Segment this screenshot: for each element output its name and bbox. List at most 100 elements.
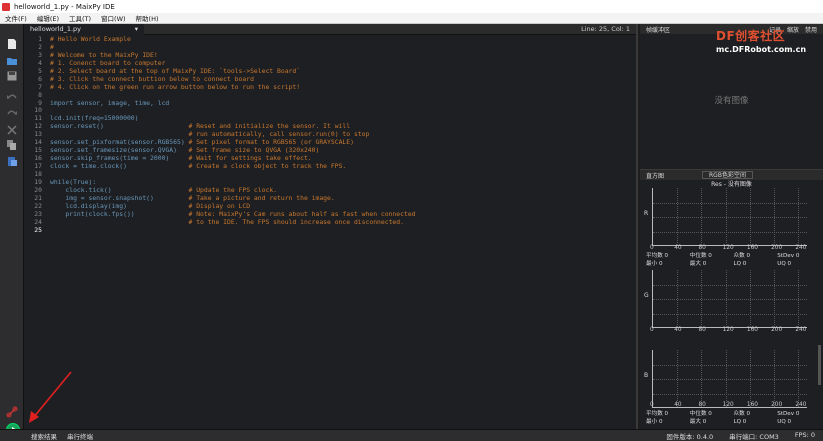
open-folder-icon[interactable] (6, 55, 18, 67)
serial-terminal-tab[interactable]: 串行终端 (62, 431, 98, 441)
histogram-g-ticks: 0 40 80 120 160 200 240 (646, 327, 818, 335)
code-text: clock = time.clock() (50, 162, 189, 170)
histogram-tick-label: 40 (674, 245, 682, 251)
code-text: import sensor, image, time, lcd (50, 98, 170, 107)
histogram-gridline (653, 231, 807, 233)
code-line[interactable] (50, 171, 416, 179)
connect-icon[interactable] (6, 406, 18, 418)
file-tab-label: helloworld_1.py (30, 24, 82, 33)
histogram-gridline (653, 284, 807, 286)
line-number: 6 (38, 74, 42, 83)
histogram-tick-label: 120 (722, 327, 734, 333)
stat-uq: UQ 0 (777, 261, 792, 267)
histogram-tick-label: 80 (698, 245, 706, 251)
histogram-gridline (653, 364, 807, 366)
new-file-icon[interactable] (6, 38, 18, 50)
line-number: 4 (38, 58, 42, 67)
stat-mean: 平均数 0 (646, 411, 669, 417)
histogram-title: 直方图 (646, 172, 665, 180)
histogram-b-stats: 平均数 0 中位数 0 众数 0 StDev 0 最小 0 最大 0 LQ 0 UQ 0 (646, 410, 821, 426)
code-comment: # Note: MaixPy's Cam runs about half as … (188, 209, 416, 218)
stat-max: 最大 0 (689, 261, 707, 267)
watermark-url: mc.DFRobot.com.cn (716, 45, 807, 54)
stat-min: 最小 0 (646, 261, 663, 267)
dfrobot-watermark: DF创客社区 mc.DFRobot.com.cn (716, 27, 823, 54)
histogram-gridline (653, 217, 807, 218)
no-image-label: 没有图像 (714, 96, 749, 106)
code-text: sensor.reset() (50, 122, 189, 131)
stat-max: 最大 0 (689, 419, 707, 425)
code-line[interactable]: import sensor, image, time, lcd (50, 98, 416, 108)
stat-lq: LQ 0 (733, 419, 747, 425)
line-number: 2 (38, 42, 42, 51)
code-editor: helloworld_1.py ▾ Line: 25, Col: 1 12345… (24, 23, 638, 429)
code-text: sensor.skip_frames(time = 2000) (50, 154, 189, 163)
menu-window[interactable]: 窗口(W) (96, 13, 131, 23)
code-text: sensor.set_framesize(sensor.QVGA) (50, 146, 189, 155)
code-text: # 4. Click on the green run arrow button… (50, 82, 301, 91)
menu-help[interactable]: 帮助(H) (131, 13, 164, 23)
code-line[interactable] (50, 227, 416, 235)
code-text: sensor.set_pixformat(sensor.RGB565) (50, 138, 189, 147)
channel-label: R (644, 210, 649, 217)
stat-lq: LQ 0 (733, 261, 747, 267)
editor-tab-bar: helloworld_1.py ▾ Line: 25, Col: 1 (24, 23, 636, 35)
stat-median: 中位数 0 (689, 253, 712, 259)
histogram-tick-label: 120 (722, 402, 734, 408)
histogram-scrollbar[interactable] (818, 345, 821, 385)
code-comment: # Wait for settings take effect. (188, 154, 312, 163)
histogram-header: 直方图 RGB色彩空间 (640, 170, 823, 180)
left-toolbar (0, 24, 24, 429)
stat-uq: UQ 0 (777, 419, 792, 425)
status-bar: 搜索结果 串行终端 固件版本: 0.4.0 串行端口: COM3 FPS: 0 (0, 429, 823, 441)
save-icon[interactable] (6, 70, 18, 82)
histogram-tick-label: 120 (722, 245, 734, 251)
menu-edit[interactable]: 编辑(E) (32, 13, 64, 23)
code-line[interactable]: # Hello World Example (50, 35, 416, 44)
menu-tools[interactable]: 工具(T) (64, 13, 96, 23)
window-title: helloworld_1.py - MaixPy IDE (14, 2, 115, 11)
line-number: 8 (38, 90, 42, 99)
code-text: # Welcome to the MaixPy IDE! (50, 50, 158, 59)
histogram-g: G (644, 270, 807, 328)
histogram-tick-label: 240 (795, 402, 807, 408)
code-text: # (50, 42, 54, 51)
colorspace-select[interactable]: RGB色彩空间 (702, 171, 753, 179)
stat-stdev: StDev 0 (777, 411, 800, 417)
line-number: 7 (38, 82, 42, 91)
paste-icon[interactable] (6, 155, 18, 167)
histogram-tick-label: 200 (771, 327, 783, 333)
histogram-tick-label: 0 (650, 402, 654, 408)
histogram-gridline (653, 379, 807, 380)
histogram-tick-label: 80 (698, 327, 706, 333)
code-comment: # Create a clock object to track the FPS… (188, 162, 347, 170)
frame-buffer-title: 帧缓冲区 (646, 26, 671, 34)
channel-label: G (644, 292, 649, 299)
menu-file[interactable]: 文件(F) (0, 13, 32, 23)
code-text: img = sensor.snapshot() (50, 193, 189, 202)
stat-mean: 平均数 0 (646, 253, 669, 259)
line-number: 25 (34, 225, 42, 234)
code-lines[interactable]: # Hello World Example # # Welcome to the M… (50, 35, 416, 235)
code-text: # 2. Select board at the top of MaixPy I… (50, 66, 301, 75)
cursor-position: Line: 25, Col: 1 (581, 25, 630, 33)
histogram-tick-label: 200 (771, 245, 783, 251)
copy-icon[interactable] (6, 139, 18, 151)
histogram-tick-label: 80 (698, 402, 706, 408)
file-tab[interactable]: helloworld_1.py ▾ (24, 23, 144, 35)
search-results-tab[interactable]: 搜索结果 (26, 431, 62, 441)
undo-icon[interactable] (6, 92, 18, 104)
channel-label: B (644, 372, 649, 379)
tab-dropdown-icon[interactable]: ▾ (135, 24, 138, 35)
line-number: 5 (38, 66, 42, 75)
histogram-panel: 直方图 RGB色彩空间 Res - 没有图像 R 0 40 80 120 160 200 2… (640, 169, 823, 429)
code-line[interactable]: clock = time.clock() # Create a clock ob… (50, 162, 416, 171)
code-line[interactable]: # to the IDE. The FPS should increase on… (50, 218, 416, 227)
code-area[interactable]: 1 2 3 4 5 6 7 8 9 10 11 12 13 14 15 16 17 18 19 20 21 22 23 24 2… (24, 35, 636, 429)
watermark-logo: DF创客社区 (716, 29, 786, 43)
title-bar: helloworld_1.py - MaixPy IDE (0, 0, 823, 13)
redo-icon[interactable] (6, 108, 18, 120)
code-line[interactable]: # 4. Click on the green run arrow button… (50, 82, 416, 92)
cut-icon[interactable] (6, 124, 18, 136)
